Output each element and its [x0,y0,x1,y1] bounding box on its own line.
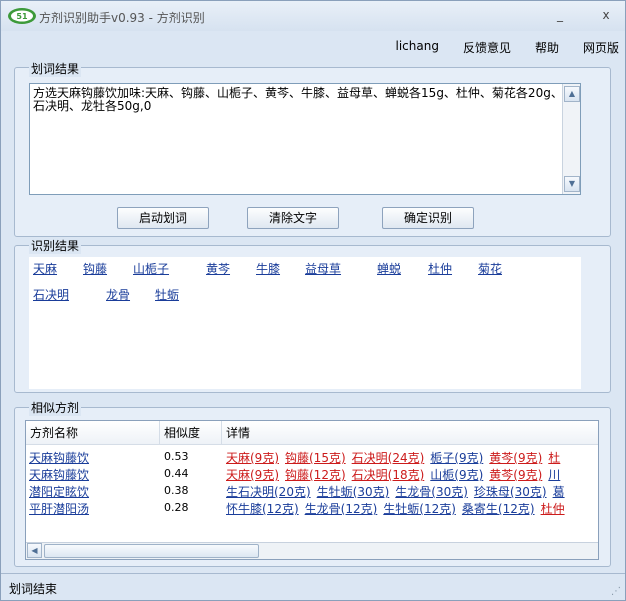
resize-grip-icon[interactable]: ⋰ [611,586,621,597]
detail-herb-link[interactable]: 石决明(18克) [352,468,425,482]
herb-link[interactable]: 天麻 [33,260,57,277]
similar-group-title: 相似方剂 [29,399,82,416]
prescription-name-link[interactable]: 天麻钩藤饮 [29,449,89,466]
detail-herb-link[interactable]: 生牡蛎(12克) [383,502,456,516]
scroll-up-icon[interactable]: ▲ [564,86,580,102]
prescription-name-link[interactable]: 平肝潜阳汤 [29,500,89,517]
segmentation-textarea[interactable]: 方选天麻钩藤饮加味:天麻、钩藤、山栀子、黄芩、牛膝、益母草、蝉蜕各15g、杜仲、… [29,83,581,195]
confirm-recognize-button[interactable]: 确定识别 [382,207,474,229]
herb-link[interactable]: 牡蛎 [155,286,179,303]
segmentation-group-title: 划词结果 [29,60,82,77]
similar-prescriptions-table: 方剂名称 相似度 详情 天麻钩藤饮 0.53 天麻(9克) 钩藤(15克) 石决明(… [25,420,599,560]
detail-cell: 天麻(9克) 钩藤(12克) 石决明(18克) 山栀(9克) 黄芩(9克) 川 [226,466,566,483]
status-bar: 划词结束 ⋰ [1,573,625,600]
column-header-detail[interactable]: 详情 [222,421,598,445]
detail-herb-link[interactable]: 生牡蛎(30克) [317,485,390,499]
detail-herb-link[interactable]: 川 [548,468,560,482]
detail-cell: 天麻(9克) 钩藤(15克) 石决明(24克) 栀子(9克) 黄芩(9克) 杜 [226,449,566,466]
detail-herb-link[interactable]: 天麻(9克) [226,468,279,482]
clear-text-button[interactable]: 清除文字 [247,207,339,229]
title-bar: 51 方剂识别助手v0.93 - 方剂识别 _ x [1,1,625,31]
table-row[interactable]: 平肝潜阳汤 0.28 怀牛膝(12克) 生龙骨(12克) 生牡蛎(12克) 桑寄生(1… [26,499,598,517]
detail-herb-link[interactable]: 珍珠母(30克) [474,485,547,499]
menu-user[interactable]: lichang [396,39,439,57]
detail-herb-link[interactable]: 天麻(9克) [226,451,279,465]
herb-link[interactable]: 蝉蜕 [377,260,401,277]
menu-feedback[interactable]: 反馈意见 [463,39,511,57]
status-text: 划词结束 [9,582,58,596]
detail-herb-link[interactable]: 山栀(9克) [430,468,483,482]
detail-herb-link[interactable]: 钩藤(15克) [285,451,346,465]
app-logo-icon: 51 [8,8,36,24]
detail-herb-link[interactable]: 葛 [553,485,565,499]
detail-herb-link[interactable]: 钩藤(12克) [285,468,346,482]
detail-herb-link[interactable]: 生龙骨(30克) [395,485,468,499]
herb-link[interactable]: 山栀子 [133,260,169,277]
herb-link[interactable]: 菊花 [478,260,502,277]
herb-link[interactable]: 益母草 [305,260,341,277]
table-row[interactable]: 潜阳定眩饮 0.38 生石决明(20克) 生牡蛎(30克) 生龙骨(30克) 珍珠母(… [26,482,598,500]
detail-cell: 生石决明(20克) 生牡蛎(30克) 生龙骨(30克) 珍珠母(30克) 葛 [226,483,571,500]
similarity-value: 0.44 [164,467,189,480]
detail-herb-link[interactable]: 杜 [548,451,560,465]
detail-herb-link[interactable]: 生龙骨(12克) [305,502,378,516]
scroll-down-icon[interactable]: ▼ [564,176,580,192]
detail-cell: 怀牛膝(12克) 生龙骨(12克) 生牡蛎(12克) 桑寄生(12克) 杜仲 [226,500,571,517]
prescription-name-link[interactable]: 天麻钩藤饮 [29,466,89,483]
detail-herb-link[interactable]: 黄芩(9克) [489,451,542,465]
detail-herb-link[interactable]: 杜仲 [541,502,565,516]
column-header-name[interactable]: 方剂名称 [26,421,160,445]
detail-herb-link[interactable]: 石决明(24克) [352,451,425,465]
app-window: 51 方剂识别助手v0.93 - 方剂识别 _ x lichang 反馈意见 帮… [0,0,626,601]
herb-link[interactable]: 石决明 [33,286,69,303]
column-header-similarity[interactable]: 相似度 [160,421,222,445]
textarea-vertical-scrollbar[interactable]: ▲ ▼ [562,84,580,194]
recognition-group-title: 识别结果 [29,237,82,254]
herb-link[interactable]: 杜仲 [428,260,452,277]
scroll-left-icon[interactable]: ◀ [27,543,42,558]
detail-herb-link[interactable]: 黄芩(9克) [489,468,542,482]
herb-link[interactable]: 牛膝 [256,260,280,277]
similarity-value: 0.53 [164,450,189,463]
similarity-value: 0.38 [164,484,189,497]
window-title: 方剂识别助手v0.93 - 方剂识别 [39,11,205,25]
table-row[interactable]: 天麻钩藤饮 0.44 天麻(9克) 钩藤(12克) 石决明(18克) 山栀(9克) 黄芩… [26,465,598,483]
similarity-value: 0.28 [164,501,189,514]
herb-link[interactable]: 龙骨 [106,286,130,303]
close-button[interactable]: x [595,7,617,23]
minimize-button[interactable]: _ [549,7,571,23]
detail-herb-link[interactable]: 生石决明(20克) [226,485,311,499]
detail-herb-link[interactable]: 怀牛膝(12克) [226,502,299,516]
recognition-results: 天麻 钩藤 山栀子 黄芩 牛膝 益母草 蝉蜕 杜仲 菊花 石决明 龙骨 牡蛎 [29,257,581,389]
detail-herb-link[interactable]: 栀子(9克) [430,451,483,465]
herb-link[interactable]: 黄芩 [206,260,230,277]
table-row[interactable]: 天麻钩藤饮 0.53 天麻(9克) 钩藤(15克) 石决明(24克) 栀子(9克) 黄芩… [26,448,598,466]
detail-herb-link[interactable]: 桑寄生(12克) [462,502,535,516]
svg-text:51: 51 [16,12,28,21]
herb-link[interactable]: 钩藤 [83,260,107,277]
menu-web-version[interactable]: 网页版 [583,39,619,57]
table-horizontal-scrollbar[interactable]: ◀ [26,542,598,559]
scroll-thumb[interactable] [44,544,259,558]
menu-help[interactable]: 帮助 [535,39,559,57]
menu-bar: lichang 反馈意见 帮助 网页版 [372,39,620,57]
start-segmentation-button[interactable]: 启动划词 [117,207,209,229]
prescription-name-link[interactable]: 潜阳定眩饮 [29,483,89,500]
segmentation-text: 方选天麻钩藤饮加味:天麻、钩藤、山栀子、黄芩、牛膝、益母草、蝉蜕各15g、杜仲、… [33,86,563,113]
